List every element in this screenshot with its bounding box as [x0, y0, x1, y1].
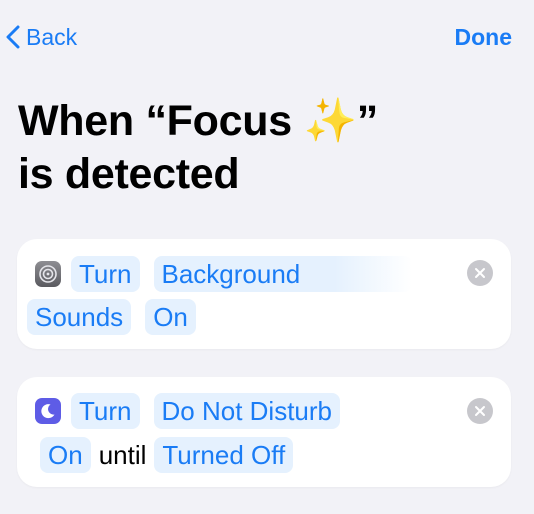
- done-button[interactable]: Done: [455, 22, 513, 52]
- turn-token[interactable]: Turn: [71, 256, 140, 292]
- background-sounds-token[interactable]: Background: [153, 256, 413, 292]
- turn-token[interactable]: Turn: [71, 393, 140, 429]
- action-card-background-sounds: Turn Background Sounds On: [17, 239, 511, 349]
- on-token[interactable]: On: [145, 299, 196, 335]
- do-not-disturb-token[interactable]: Do Not Disturb: [153, 393, 340, 429]
- on-token[interactable]: On: [40, 437, 91, 473]
- close-icon: [475, 268, 485, 278]
- background-sounds-token-continued[interactable]: Sounds: [27, 299, 132, 335]
- page-title-line-2: is detected: [18, 150, 240, 198]
- chevron-left-icon: [6, 25, 20, 49]
- close-icon: [475, 406, 485, 416]
- back-button[interactable]: Back: [6, 22, 77, 52]
- moon-icon: [35, 398, 61, 424]
- turned-off-token[interactable]: Turned Off: [154, 437, 294, 473]
- back-label: Back: [26, 23, 78, 50]
- settings-gear-icon: [35, 261, 61, 287]
- page-title: When “Focus ✨” is detected: [18, 95, 378, 201]
- remove-action-button[interactable]: [467, 260, 493, 286]
- until-label: until: [98, 440, 147, 470]
- remove-action-button[interactable]: [467, 398, 493, 424]
- page-title-line-1: When “Focus ✨”: [18, 97, 378, 145]
- action-card-do-not-disturb: Turn Do Not Disturb On until Turned Off: [17, 377, 511, 487]
